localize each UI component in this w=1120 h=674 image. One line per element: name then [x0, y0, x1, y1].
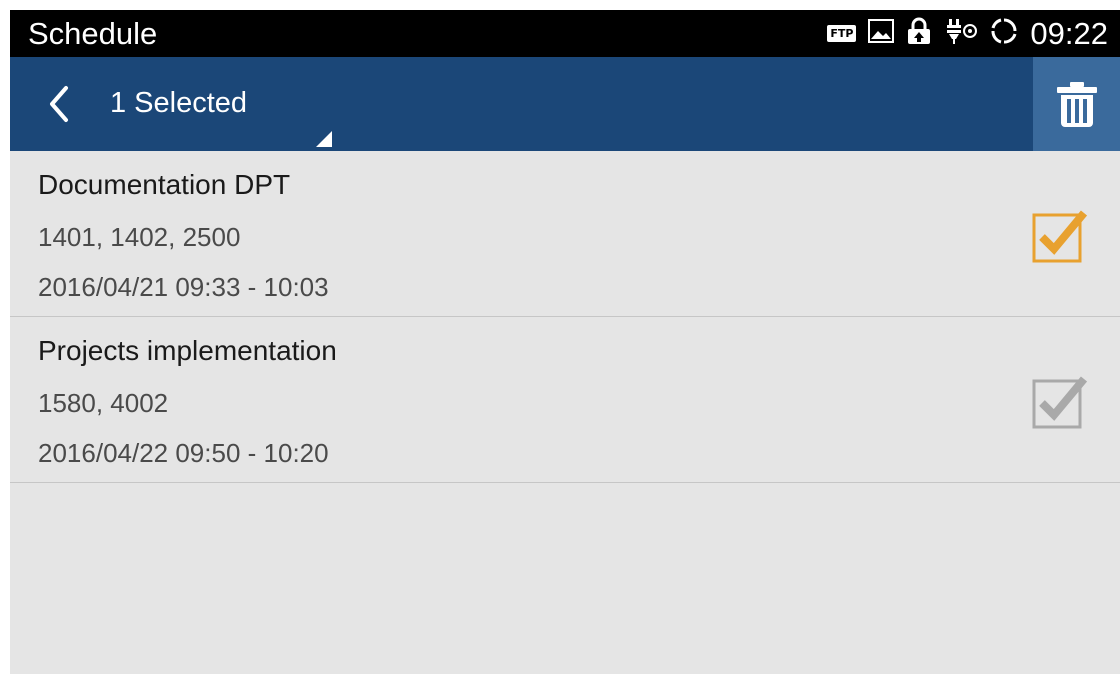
schedule-checkbox-unchecked[interactable]: [1030, 371, 1090, 431]
schedule-members: 1580, 4002: [38, 388, 169, 418]
checkbox-checked-icon: [1032, 210, 1088, 263]
dropdown-indicator-icon: [316, 131, 332, 147]
schedule-list: Documentation DPT 1401, 1402, 2500 2016/…: [10, 151, 1120, 483]
schedule-time: 2016/04/22 09:50 - 10:20: [38, 438, 329, 468]
status-time: 09:22: [1030, 15, 1108, 51]
chevron-left-icon: [50, 86, 68, 122]
checkbox-unchecked-icon: [1032, 376, 1088, 429]
image-icon: [868, 19, 895, 48]
ftp-icon: FTP: [827, 25, 857, 42]
selection-count-dropdown[interactable]: 1 Selected: [110, 86, 247, 120]
sync-icon: [990, 17, 1018, 50]
device-screen: Schedule FTP 09:22 1 Selected Documentat…: [10, 10, 1120, 674]
schedule-item[interactable]: Projects implementation 1580, 4002 2016/…: [10, 317, 1120, 483]
lock-icon: [906, 17, 932, 50]
schedule-time: 2016/04/21 09:33 - 10:03: [38, 272, 329, 302]
schedule-title: Projects implementation: [38, 335, 337, 366]
schedule-checkbox-checked[interactable]: [1030, 205, 1090, 265]
back-button[interactable]: [34, 78, 82, 130]
app-title: Schedule: [28, 16, 158, 51]
schedule-members: 1401, 1402, 2500: [38, 222, 241, 252]
delete-button[interactable]: [1033, 57, 1120, 151]
schedule-item[interactable]: Documentation DPT 1401, 1402, 2500 2016/…: [10, 151, 1120, 317]
status-icons: FTP 09:22: [827, 10, 1108, 57]
trash-icon: [1056, 82, 1097, 127]
schedule-title: Documentation DPT: [38, 169, 291, 200]
action-bar: 1 Selected: [10, 57, 1120, 151]
usb-debug-icon: [944, 17, 978, 50]
status-bar: Schedule FTP 09:22: [10, 10, 1120, 57]
